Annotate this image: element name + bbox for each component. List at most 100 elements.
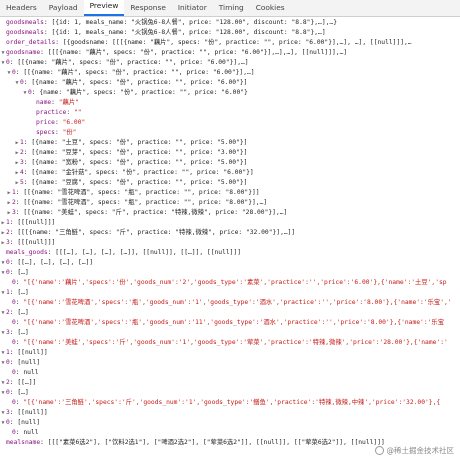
tree-row[interactable]: ▼ 0: [[{name: "藕片", specs: "份", practice:…: [0, 58, 249, 68]
tree-row[interactable]: meals_goods: [[[…], […], […], […]], [[nu…: [0, 248, 241, 258]
tree-row[interactable]: goodsmeals: [{id: 1, meals_name: "火锅兔6-8…: [0, 18, 337, 28]
tree-value: "[{'name':'藕片','specs':'份','goods_num':'…: [23, 279, 447, 286]
tree-value: [[[{name: "藕片", specs: "份", practice: ""…: [47, 49, 348, 56]
tree-value: [[null]]: [17, 349, 48, 356]
tree-value: [null]: [17, 419, 41, 426]
watermark-text: @稀土掘金技术社区: [386, 446, 455, 455]
tree-value: [[{name: "藕片", specs: "份", practice: "",…: [23, 69, 255, 76]
tree-row[interactable]: ▼ 3: [[null]]: [0, 408, 48, 418]
tree-row[interactable]: 0: "[{'name':'雪花啤酒','specs':'瓶','goods_n…: [0, 318, 444, 328]
tab-cookies[interactable]: Cookies: [250, 0, 291, 16]
tree-value: "份": [62, 129, 77, 136]
tree-row[interactable]: specs: "份": [0, 128, 76, 138]
juejin-logo-icon: [374, 446, 384, 455]
tree-row[interactable]: price: "6.00": [0, 118, 85, 128]
tree-row[interactable]: ▼ 1: […]: [0, 288, 29, 298]
tree-key: practice: [36, 109, 67, 116]
tree-value: [[[{name: "三角鲢", specs: "斤", practice: "…: [17, 229, 296, 236]
tree-colon: :: [40, 49, 48, 56]
tree-value: [[["素菜6选2"], ["饮料2选1"], ["啤酒2选2"], ["荤菜6…: [47, 439, 385, 446]
tree-colon: :: [55, 39, 63, 46]
tree-row[interactable]: ▼ 3: […]: [0, 328, 28, 338]
tab-preview[interactable]: Preview: [83, 0, 125, 16]
json-preview-panel[interactable]: goodsmeals: [{id: 1, meals_name: "火锅兔6-8…: [0, 18, 460, 448]
tree-value: [{name: "豆腐", specs: "份", practice: "", …: [31, 179, 248, 186]
tree-row[interactable]: ▶ 1: [[{name: "雪花啤酒", specs: "瓶", practic…: [0, 188, 259, 198]
tree-row[interactable]: ▶ 5: [{name: "豆腐", specs: "份", practice: …: [0, 178, 247, 188]
tree-value: [[[null]]]: [17, 239, 56, 246]
tree-colon: :: [54, 119, 63, 126]
tree-value: "[{'name':'三角鲢','specs':'斤','goods_num':…: [23, 399, 441, 406]
tree-row[interactable]: ▼ 0: [{name: "藕片", specs: "份", practice: …: [0, 78, 247, 88]
tree-row[interactable]: ▼ 2: [[…]]: [0, 378, 36, 388]
tree-value: […]: [17, 309, 29, 316]
tree-row[interactable]: ▶ 2: [[{name: "雪花啤酒", specs: "瓶", practic…: [0, 198, 267, 208]
tree-row[interactable]: 0: "[{'name':'藕片','specs':'份','goods_num…: [0, 278, 447, 288]
tree-value: [[[…], […], […], […]], [[null]], [[…]], …: [55, 249, 242, 256]
tree-row[interactable]: 0: "[{'name':'三角鲢','specs':'斤','goods_nu…: [0, 398, 440, 408]
tree-value: null: [23, 429, 39, 436]
tree-row[interactable]: ▼ 2: […]: [0, 308, 29, 318]
tab-timing[interactable]: Timing: [213, 0, 250, 16]
tree-colon: :: [66, 109, 74, 116]
tree-value: null: [23, 369, 39, 376]
tree-value: [[{name: "藕片", specs: "份", practice: "",…: [17, 59, 249, 66]
tree-key: mealsname: [6, 439, 41, 446]
tree-value: [null]: [17, 359, 41, 366]
tree-row[interactable]: 0: "[{'name':'雪花啤酒','specs':'瓶','goods_n…: [0, 298, 452, 308]
tree-value: [{name: "金针菇", specs: "份", practice: "",…: [31, 169, 254, 176]
tree-value: [[{name: "美蛙", specs: "斤", practice: "特辣…: [23, 209, 288, 216]
tree-value: "[{'name':'美蛙','specs':'斤','goods_num':'…: [23, 339, 448, 346]
tree-row[interactable]: mealsname: [[["素菜6选2"], ["饮料2选1"], ["啤酒2…: [0, 438, 385, 448]
tab-response[interactable]: Response: [124, 0, 172, 16]
tree-value: [[{name: "雪花啤酒", specs: "瓶", practice: "…: [23, 199, 268, 206]
tree-colon: :: [51, 99, 59, 106]
tree-value: [{name: "土豆", specs: "份", practice: "", …: [31, 139, 248, 146]
tree-colon: :: [43, 29, 52, 36]
tree-key: meals_goods: [6, 249, 48, 256]
tree-row[interactable]: name: "藕片": [0, 98, 79, 108]
devtools-tabbar: Headers Payload Preview Response Initiator Ti…: [0, 0, 460, 17]
tree-value: "[{'name':'雪花啤酒','specs':'瓶','goods_num'…: [23, 319, 445, 326]
tree-value: [{name: "藕片", specs: "份", practice: "", …: [31, 79, 248, 86]
tree-row[interactable]: practice: "": [0, 108, 82, 118]
tree-row[interactable]: ▼ 0: [null]: [0, 358, 40, 368]
tree-row[interactable]: ▶ 3: [[{name: "美蛙", specs: "斤", practice:…: [0, 208, 287, 218]
tree-colon: :: [40, 439, 48, 446]
tree-value: "6.00": [62, 119, 86, 126]
tree-row[interactable]: ▶ 3: [[[null]]]: [0, 238, 55, 248]
tree-key: goodsname: [6, 49, 41, 56]
tree-row[interactable]: 0: null: [0, 368, 39, 378]
tree-row[interactable]: ▼ goodsname: [[[{name: "藕片", specs: "份", …: [0, 48, 347, 58]
tree-row[interactable]: order_details: [{goodsname: [[[{name: "藕…: [0, 38, 412, 48]
tree-key: goodsmeals: [6, 29, 44, 36]
tree-key: order_details: [6, 39, 56, 46]
tree-row[interactable]: goodsmeals: [{id: 1, meals_name: "火锅兔6-8…: [0, 28, 326, 38]
tab-payload[interactable]: Payload: [43, 0, 84, 16]
tree-row[interactable]: ▶ 3: [{name: "宽粉", specs: "份", practice: …: [0, 158, 247, 168]
tree-row[interactable]: ▶ 4: [{name: "金针菇", specs: "份", practice:…: [0, 168, 254, 178]
tree-row[interactable]: ▼ 0: […]: [0, 268, 28, 278]
tree-row[interactable]: ▼ 1: [[null]]: [0, 348, 48, 358]
tree-row[interactable]: ▶ 2: [{name: "豆芽", specs: "份", practice: …: [0, 148, 247, 158]
tree-row[interactable]: ▶ 2: [[[{name: "三角鲢", specs: "斤", practic…: [0, 228, 295, 238]
tree-row[interactable]: ▶ 1: [{name: "土豆", specs: "份", practice: …: [0, 138, 247, 148]
tree-value: "[{'name':'雪花啤酒','specs':'瓶','goods_num'…: [23, 299, 452, 306]
tree-row[interactable]: ▶ 1: [[[null]]]: [0, 218, 55, 228]
watermark: @稀土掘金技术社区: [374, 445, 455, 456]
tree-value: [[null]]: [17, 409, 48, 416]
tree-row[interactable]: 0: "[{'name':'美蛙','specs':'斤','goods_num…: [0, 338, 448, 348]
tree-row[interactable]: ▼ 0: [[{name: "藕片", specs: "份", practice:…: [0, 68, 255, 78]
tab-headers[interactable]: Headers: [0, 0, 43, 16]
tree-value: [[…]]: [17, 379, 37, 386]
tree-value: […]: [17, 289, 29, 296]
tree-row[interactable]: ▼ 0: […]: [0, 388, 28, 398]
tree-row[interactable]: ▼ 0: [[…], […], […], […]]: [0, 258, 93, 268]
tree-row[interactable]: 0: null: [0, 428, 39, 438]
tab-initiator[interactable]: Initiator: [172, 0, 213, 16]
tree-value: "藕片": [58, 99, 79, 106]
tree-value: "": [73, 109, 82, 116]
tree-value: [[[null]]]: [17, 219, 56, 226]
tree-row[interactable]: ▼ 0: [null]: [0, 418, 40, 428]
tree-row[interactable]: ▼ 0: {name: "藕片", specs: "份", practice: "…: [0, 88, 247, 98]
